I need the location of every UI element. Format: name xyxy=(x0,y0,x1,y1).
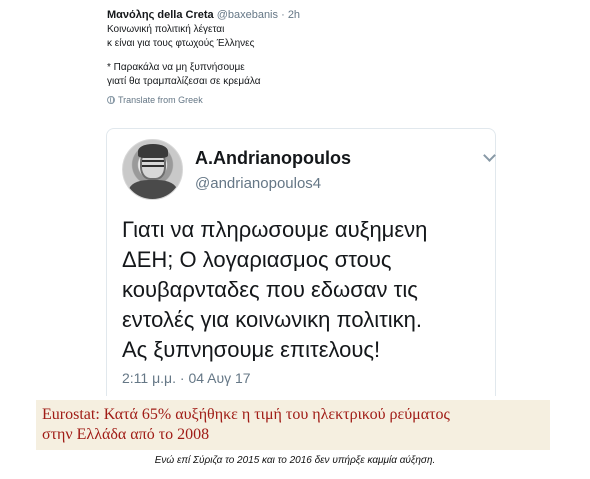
tweet-header: Μανόλης della Creta @baxebanis · 2h xyxy=(107,8,507,22)
banner-line: Eurostat: Κατά 65% αυξήθηκε η τιμή του η… xyxy=(42,406,450,423)
quoted-timestamp[interactable]: 2:11 μ.μ. · 04 Αυγ 17 xyxy=(122,370,251,386)
tweet-text-line: Κοινωνική πολιτική λέγεται xyxy=(107,24,225,35)
quoted-tweet-card[interactable]: A.Andrianopoulos @andrianopoulos4 Γιατι … xyxy=(106,128,496,396)
quoted-author-handle[interactable]: @andrianopoulos4 xyxy=(195,175,321,192)
tweet-text-line: * Παρακάλα να μη ξυπνήσουμε xyxy=(107,62,245,73)
translate-label[interactable]: Translate from Greek xyxy=(118,94,203,106)
quoted-tweet-text: Γιατι να πληρωσουμε αυξημενη ΔΕΗ; Ο λογα… xyxy=(122,215,427,365)
author-handle[interactable]: @baxebanis xyxy=(217,9,278,21)
translate-link[interactable]: Translate from Greek xyxy=(107,94,507,106)
quoted-text-line: ΔΕΗ; Ο λογαριασμος στους xyxy=(122,247,392,272)
author-name[interactable]: Μανόλης della Creta xyxy=(107,9,214,21)
header-separator: · xyxy=(281,9,285,21)
quoted-text-line: κουβαρνταδες που εδωσαν τις xyxy=(122,277,418,302)
banner-line: στην Ελλάδα από το 2008 xyxy=(42,426,210,443)
avatar[interactable] xyxy=(122,139,183,200)
tweet-text: Κοινωνική πολιτική λέγεται κ είναι για τ… xyxy=(107,23,507,89)
eurostat-headline-banner: Eurostat: Κατά 65% αυξήθηκε η τιμή του η… xyxy=(36,400,550,450)
quoted-text-line: εντολές για κοινωνικη πολιτικη. xyxy=(122,307,423,332)
quoted-text-line: Ας ξυπνησουμε επιτελους! xyxy=(122,337,381,362)
outer-tweet: Μανόλης della Creta @baxebanis · 2h Κοιν… xyxy=(107,8,507,106)
tweet-text-line: κ είναι για τους φτωχούς Έλληνες xyxy=(107,38,255,49)
globe-icon xyxy=(107,96,115,104)
quoted-author-name[interactable]: A.Andrianopoulos xyxy=(195,148,351,169)
tweet-time[interactable]: 2h xyxy=(288,9,300,21)
quoted-text-line: Γιατι να πληρωσουμε αυξημενη xyxy=(122,217,428,242)
chevron-down-icon[interactable] xyxy=(483,149,496,162)
image-caption: Ενώ επί Σύριζα το 2015 και το 2016 δεν υ… xyxy=(154,455,436,466)
tweet-text-line: γιατί θα τραμπαλίζεσαι σε κρεμάλα xyxy=(107,76,261,87)
